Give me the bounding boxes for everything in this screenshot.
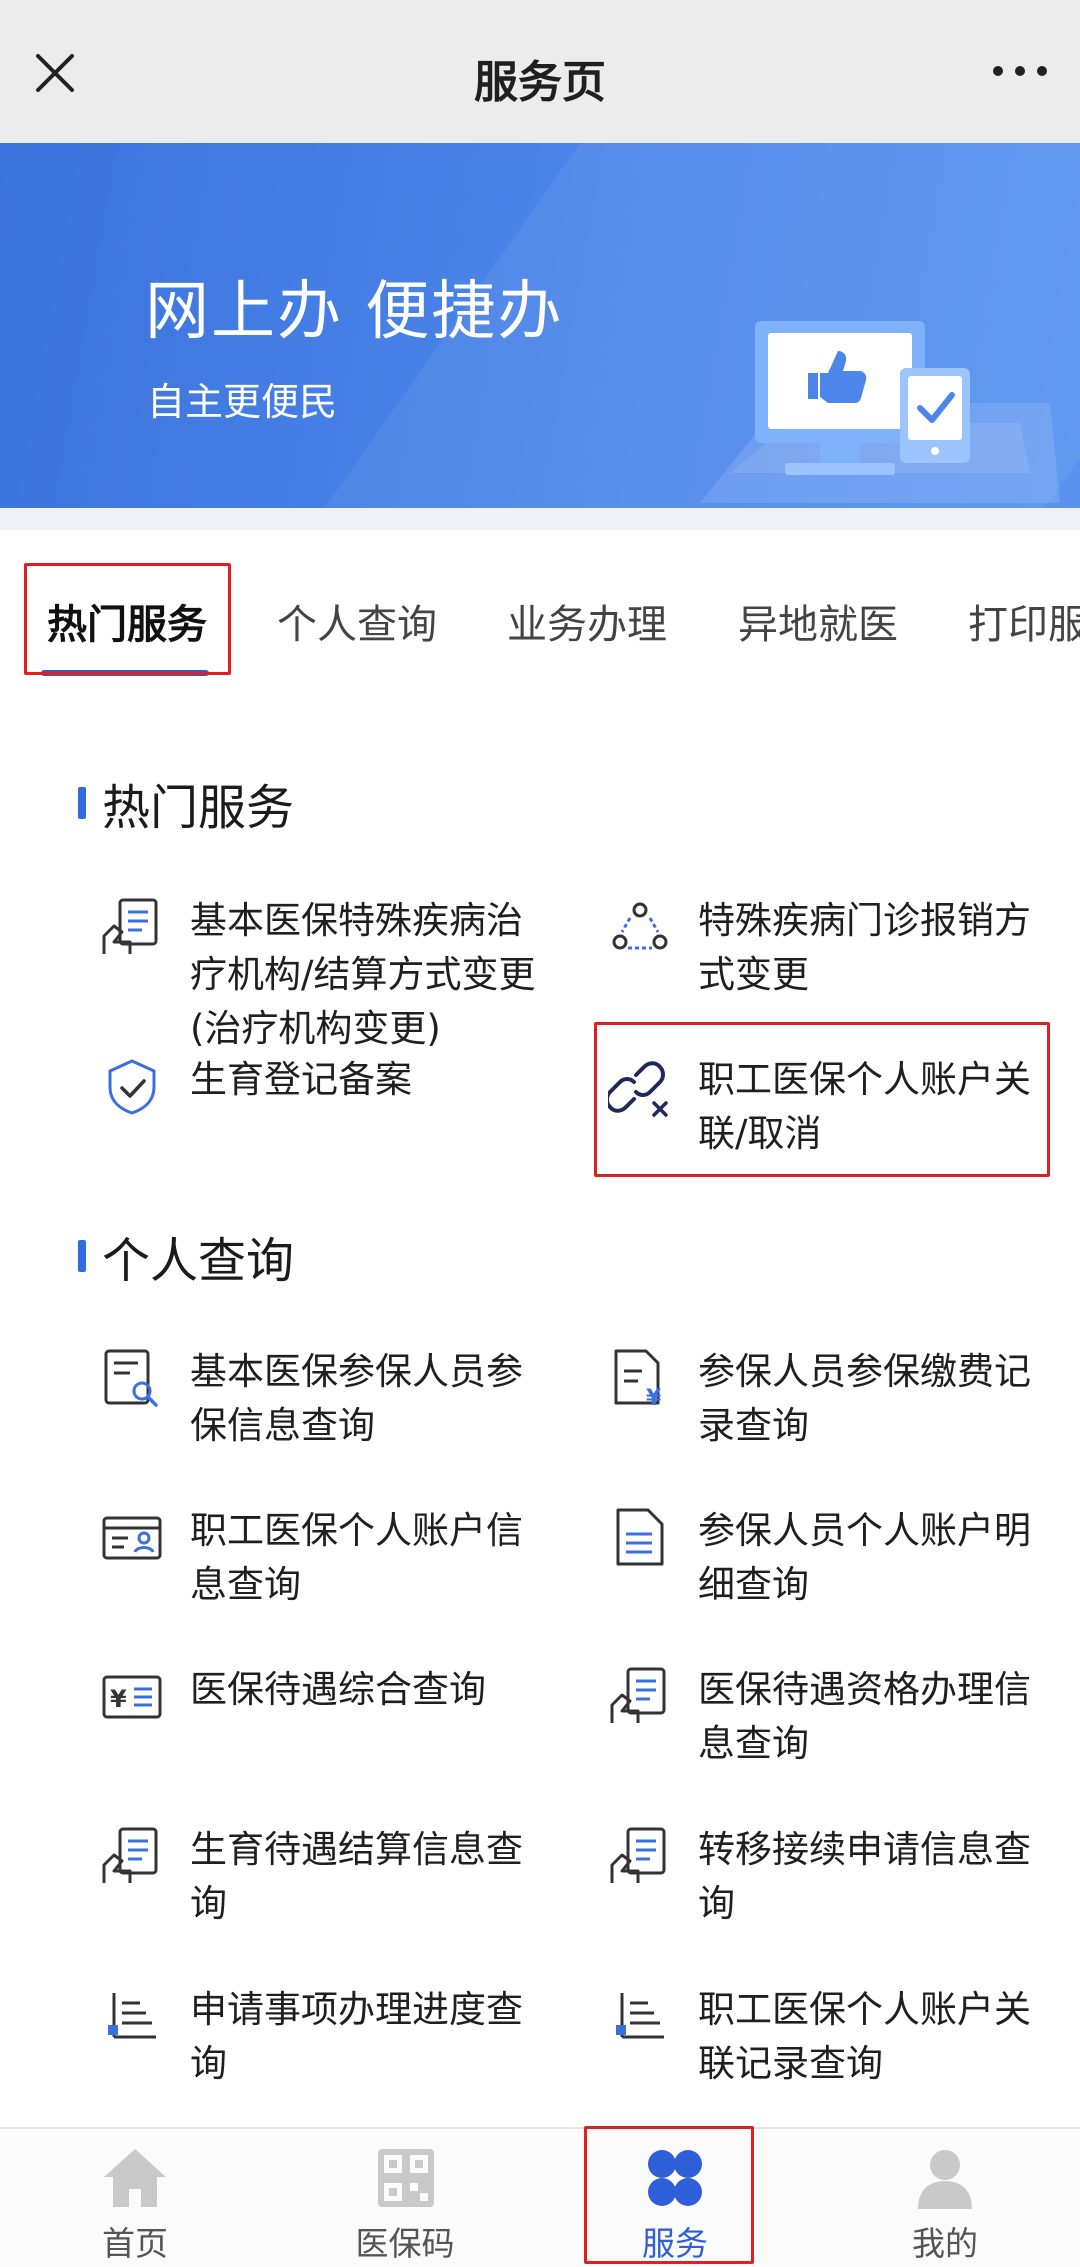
shield-check-icon	[108, 1059, 156, 1115]
four-petal-icon	[648, 2150, 702, 2206]
tab-business-handling[interactable]: 业务办理	[507, 592, 667, 650]
id-card-icon	[102, 1516, 162, 1560]
tab-print[interactable]: 打印服	[968, 592, 1080, 650]
svg-text:¥: ¥	[646, 1386, 662, 1411]
doc-yen-icon: ¥	[614, 1349, 662, 1411]
banner-subtitle: 自主更便民	[147, 380, 338, 424]
banner-headline: 网上办 便捷办	[145, 275, 564, 349]
service-label: 职工医保个人账户关联/取消	[698, 1058, 1031, 1155]
tab-personal-query[interactable]: 个人查询	[277, 592, 437, 650]
service-label: 职工医保个人账户关联记录查询	[698, 1988, 1031, 2085]
nav-label: 服务	[642, 2224, 708, 2263]
document-hand-icon	[102, 1827, 158, 1883]
active-tab-indicator	[41, 670, 209, 676]
section-title-personal: 个人查询	[78, 1221, 294, 1291]
service-label: 参保人员个人账户明细查询	[698, 1509, 1031, 1606]
user-icon	[918, 2150, 972, 2209]
service-label: 职工医保个人账户信息查询	[190, 1509, 523, 1606]
document-hand-icon	[102, 898, 158, 954]
nodes-triangle-icon	[612, 902, 668, 950]
service-label: 申请事项办理进度查询	[190, 1988, 523, 2085]
nav-label: 医保码	[355, 2224, 455, 2263]
service-label: 医保待遇综合查询	[190, 1668, 486, 1711]
service-label: 参保人员参保缴费记录查询	[698, 1350, 1031, 1447]
top-navigation-bar: 服务页	[0, 0, 1080, 143]
service-label: 基本医保参保人员参保信息查询	[190, 1350, 523, 1447]
tab-hot-services[interactable]: 热门服务	[47, 592, 207, 650]
nav-label: 首页	[102, 2224, 168, 2263]
nav-services[interactable]: 服务	[540, 2129, 810, 2267]
svg-text:¥: ¥	[110, 1685, 127, 1713]
document-hand-icon	[610, 1827, 666, 1883]
more-dots-icon[interactable]	[990, 56, 1050, 86]
yen-card-icon: ¥	[102, 1675, 162, 1719]
doc-search-icon	[104, 1349, 158, 1407]
service-label: 基本医保特殊疾病治疗机构/结算方式变更(治疗机构变更)	[190, 899, 536, 1050]
service-label: 转移接续申请信息查询	[698, 1828, 1031, 1925]
document-icon	[616, 1508, 664, 1566]
progress-list-icon	[616, 1993, 664, 2039]
page-title: 服务页	[474, 57, 606, 108]
document-hand-icon	[610, 1667, 666, 1723]
section-title-hot: 热门服务	[78, 768, 294, 838]
service-label: 生育待遇结算信息查询	[190, 1828, 523, 1925]
nav-label: 我的	[912, 2224, 978, 2263]
category-tabs: 热门服务 个人查询 业务办理 异地就医 打印服	[0, 530, 1080, 680]
service-label: 医保待遇资格办理信息查询	[698, 1668, 1031, 1765]
nav-mine[interactable]: 我的	[810, 2129, 1080, 2267]
promo-banner: 网上办 便捷办 自主更便民	[0, 143, 1080, 508]
service-label: 生育登记备案	[190, 1058, 412, 1101]
home-icon	[104, 2149, 166, 2207]
nav-home[interactable]: 首页	[0, 2129, 270, 2267]
tab-remote-medical[interactable]: 异地就医	[738, 592, 898, 650]
computer-thumbs-up-illustration	[700, 321, 1060, 503]
service-label: 特殊疾病门诊报销方式变更	[698, 899, 1031, 996]
nav-insurance-code[interactable]: 医保码	[270, 2129, 540, 2267]
bottom-navigation: 首页 医保码 服务 我的	[0, 2127, 1080, 2267]
progress-list-icon	[108, 1993, 156, 2039]
link-cancel-icon	[608, 1061, 668, 1117]
qr-code-icon	[378, 2149, 434, 2207]
